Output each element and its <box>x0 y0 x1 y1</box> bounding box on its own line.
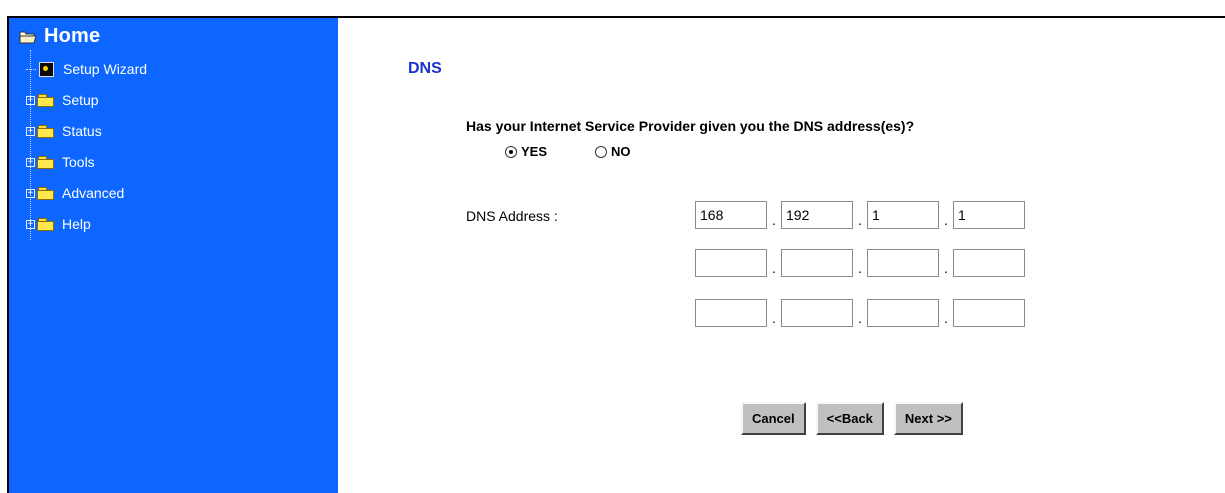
cancel-button[interactable]: Cancel <box>741 402 806 435</box>
octet-separator: . <box>858 310 862 326</box>
back-button[interactable]: <<Back <box>815 402 884 435</box>
dns1-octet-1[interactable] <box>695 201 767 229</box>
expand-icon[interactable]: + <box>26 126 35 136</box>
dns2-octet-3[interactable] <box>867 249 939 277</box>
octet-separator: . <box>772 260 776 276</box>
dns1-octet-4[interactable] <box>953 201 1025 229</box>
octet-separator: . <box>858 212 862 228</box>
dns-address-row-2: . . . <box>695 249 1025 277</box>
expand-icon[interactable]: + <box>26 157 35 167</box>
dns3-octet-4[interactable] <box>953 299 1025 327</box>
wizard-buttons: Cancel <<Back Next >> <box>741 402 973 435</box>
nav-item-label: Advanced <box>62 185 125 201</box>
nav-item-setup-wizard[interactable]: Setup Wizard <box>26 58 147 80</box>
sidebar: Home Setup Wizard + Setup + Status + Too… <box>9 18 338 493</box>
nav-item-label: Tools <box>62 154 95 170</box>
radio-no-label: NO <box>611 144 631 159</box>
dns-address-row-1: . . . <box>695 201 1025 229</box>
nav-item-label: Status <box>62 123 102 139</box>
page-title: DNS <box>408 60 442 77</box>
radio-yes-indicator[interactable] <box>505 145 517 158</box>
radio-yes[interactable]: YES <box>505 144 547 159</box>
main-content: DNS Has your Internet Service Provider g… <box>338 18 1225 493</box>
radio-no-indicator[interactable] <box>595 145 608 158</box>
radio-no[interactable]: NO <box>595 144 631 159</box>
dns3-octet-2[interactable] <box>781 299 853 327</box>
nav-item-advanced[interactable]: + Advanced <box>26 182 124 204</box>
octet-separator: . <box>772 212 776 228</box>
radio-yes-label: YES <box>521 144 548 159</box>
nav-home[interactable]: Home <box>19 25 100 48</box>
folder-icon <box>37 125 54 138</box>
octet-separator: . <box>944 260 948 276</box>
dns-question: Has your Internet Service Provider given… <box>466 118 915 134</box>
dns1-octet-3[interactable] <box>867 201 939 229</box>
nav-item-label: Help <box>62 216 91 232</box>
dns2-octet-2[interactable] <box>781 249 853 277</box>
dns-address-row-3: . . . <box>695 299 1025 327</box>
expand-icon[interactable]: + <box>26 219 35 229</box>
expand-icon[interactable]: + <box>26 95 35 105</box>
folder-icon <box>37 187 54 200</box>
nav-item-help[interactable]: + Help <box>26 213 91 235</box>
dns3-octet-3[interactable] <box>867 299 939 327</box>
octet-separator: . <box>944 212 948 228</box>
dns2-octet-1[interactable] <box>695 249 767 277</box>
nav-item-tools[interactable]: + Tools <box>26 151 95 173</box>
octet-separator: . <box>858 260 862 276</box>
next-button[interactable]: Next >> <box>893 402 963 435</box>
nav-item-label: Setup Wizard <box>63 61 148 77</box>
open-folder-icon <box>19 31 37 43</box>
nav-item-status[interactable]: + Status <box>26 120 102 142</box>
tree-connector <box>26 68 36 70</box>
dns2-octet-4[interactable] <box>953 249 1025 277</box>
folder-icon <box>37 218 54 231</box>
nav-home-label: Home <box>44 25 101 47</box>
octet-separator: . <box>944 310 948 326</box>
folder-icon <box>37 156 54 169</box>
wizard-icon <box>39 61 54 77</box>
octet-separator: . <box>772 310 776 326</box>
expand-icon[interactable]: + <box>26 188 35 198</box>
dns3-octet-1[interactable] <box>695 299 767 327</box>
dns-address-label: DNS Address : <box>466 208 558 224</box>
folder-icon <box>37 94 54 107</box>
nav-item-label: Setup <box>62 92 99 108</box>
dns1-octet-2[interactable] <box>781 201 853 229</box>
dns-radio-group: YES NO <box>505 144 631 159</box>
nav-item-setup[interactable]: + Setup <box>26 89 99 111</box>
